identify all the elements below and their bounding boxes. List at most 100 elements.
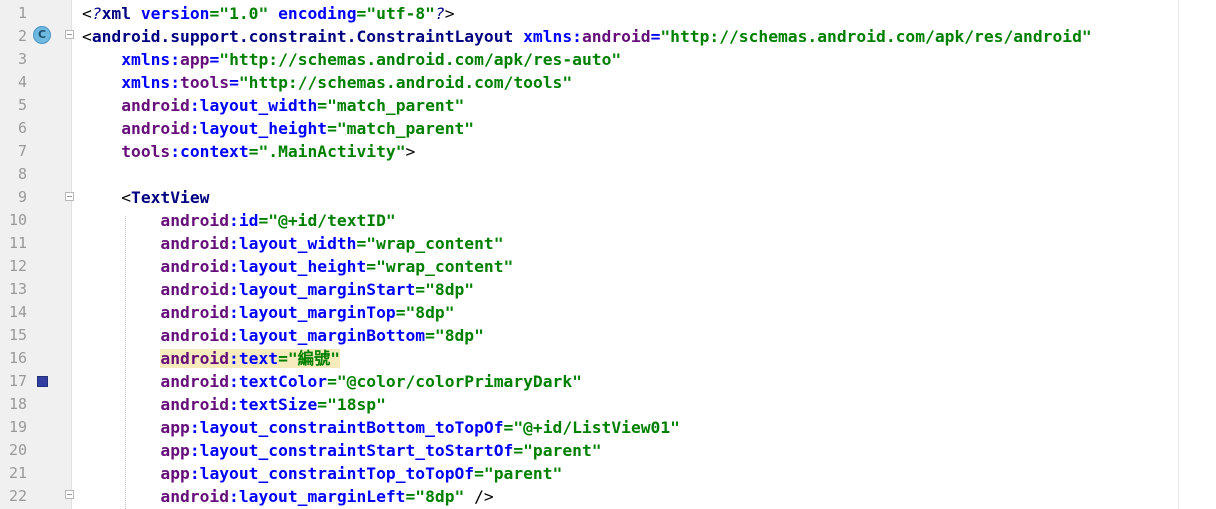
line-number: 15 xyxy=(8,326,27,344)
code-line[interactable]: 21 app:layout_constraintTop_toTopOf="par… xyxy=(0,462,1216,485)
code-line[interactable]: 19 app:layout_constraintBottom_toTopOf="… xyxy=(0,416,1216,439)
line-number: 13 xyxy=(8,280,27,298)
code-line[interactable]: 20 app:layout_constraintStart_toStartOf=… xyxy=(0,439,1216,462)
code-line[interactable]: 3 xmlns:app="http://schemas.android.com/… xyxy=(0,48,1216,71)
code-token: ="match_parent" xyxy=(327,119,475,138)
line-number: 8 xyxy=(17,165,27,183)
code-token: ="wrap_content" xyxy=(366,257,514,276)
code-token: ="parent" xyxy=(513,441,602,460)
code-token: :layout_constraintTop_toTopOf xyxy=(189,464,475,483)
code-line[interactable]: 22 android:layout_marginLeft="8dp" /> xyxy=(0,485,1216,508)
code-token: "http://schemas.android.com/apk/res-auto… xyxy=(219,50,622,69)
code-token: app xyxy=(160,441,190,460)
code-token: android.support.constraint.ConstraintLay… xyxy=(91,27,524,46)
code-line[interactable]: 9 <TextView xyxy=(0,186,1216,209)
code-token: "http://schemas.android.com/apk/res/andr… xyxy=(660,27,1092,46)
code-line[interactable]: 4 xmlns:tools="http://schemas.android.co… xyxy=(0,71,1216,94)
code-token: /> xyxy=(464,487,494,506)
code-token: ="18sp" xyxy=(317,395,386,414)
code-text: android:layout_marginLeft="8dp" /> xyxy=(82,485,494,508)
code-line[interactable]: 12 android:layout_height="wrap_content" xyxy=(0,255,1216,278)
line-number: 1 xyxy=(17,4,27,22)
code-line[interactable]: 6 android:layout_height="match_parent" xyxy=(0,117,1216,140)
code-token: :layout_marginBottom xyxy=(229,326,426,345)
code-text: android:layout_marginBottom="8dp" xyxy=(82,324,484,347)
code-line[interactable]: 11 android:layout_width="wrap_content" xyxy=(0,232,1216,255)
code-token: encoding xyxy=(268,4,357,23)
code-line[interactable]: 8 xyxy=(0,163,1216,186)
code-token: ="@+id/ListView01" xyxy=(503,418,680,437)
line-number: 10 xyxy=(8,211,27,229)
code-token: :textColor xyxy=(229,372,328,391)
code-line[interactable]: 2 <android.support.constraint.ConstraintL… xyxy=(0,25,1216,48)
code-token: android xyxy=(160,395,230,414)
code-line[interactable]: 10 android:id="@+id/textID" xyxy=(0,209,1216,232)
code-token: :layout_marginStart xyxy=(229,280,416,299)
code-token: < xyxy=(82,27,92,46)
code-token: app xyxy=(160,418,190,437)
code-token: android xyxy=(121,119,190,138)
code-token: :layout_height xyxy=(229,257,367,276)
code-text: android:layout_height="wrap_content" xyxy=(82,255,513,278)
code-line[interactable]: 17 android:textColor="@color/colorPrimar… xyxy=(0,370,1216,393)
code-token: android xyxy=(160,372,230,391)
code-token: ="wrap_content" xyxy=(356,234,504,253)
code-token: ="8dp" xyxy=(405,487,465,506)
code-text: app:layout_constraintTop_toTopOf="parent… xyxy=(82,462,562,485)
code-token: app xyxy=(160,464,190,483)
code-text: app:layout_constraintStart_toStartOf="pa… xyxy=(82,439,602,462)
line-number: 2 xyxy=(17,27,27,45)
code-text: android:layout_width="wrap_content" xyxy=(82,232,504,255)
code-token: "http://schemas.android.com/tools" xyxy=(238,73,573,92)
line-number: 20 xyxy=(8,441,27,459)
code-token: app xyxy=(180,50,210,69)
code-text: android:layout_width="match_parent" xyxy=(82,94,464,117)
code-line[interactable]: 7 tools:context=".MainActivity"> xyxy=(0,140,1216,163)
code-token: ="8dp" xyxy=(425,326,484,345)
code-token: :layout_constraintStart_toStartOf xyxy=(189,441,514,460)
code-line[interactable]: 1 <?xml version="1.0" encoding="utf-8"?> xyxy=(0,2,1216,25)
code-line[interactable]: 13 android:layout_marginStart="8dp" xyxy=(0,278,1216,301)
code-line[interactable]: 5 android:layout_width="match_parent" xyxy=(0,94,1216,117)
code-text: xmlns:app="http://schemas.android.com/ap… xyxy=(82,48,621,71)
code-token: TextView xyxy=(131,188,210,207)
code-token: ? xyxy=(91,4,102,23)
code-line[interactable]: 15 android:layout_marginBottom="8dp" xyxy=(0,324,1216,347)
code-text: android:layout_height="match_parent" xyxy=(82,117,474,140)
code-token: ="8dp" xyxy=(395,303,455,322)
code-token: < xyxy=(82,4,92,23)
code-token: android xyxy=(121,96,190,115)
code-text: <?xml version="1.0" encoding="utf-8"?> xyxy=(82,2,455,25)
code-token: = xyxy=(209,50,220,69)
code-token: android xyxy=(160,211,230,230)
code-line[interactable]: 14 android:layout_marginTop="8dp" xyxy=(0,301,1216,324)
code-token: ="utf-8" xyxy=(356,4,435,23)
code-editor[interactable]: C 1 <?xml version="1.0" encoding="utf-8"?… xyxy=(0,0,1216,509)
code-token: :context xyxy=(170,142,249,161)
line-number: 9 xyxy=(17,188,27,206)
line-number: 21 xyxy=(8,464,27,482)
code-token: android xyxy=(160,280,230,299)
line-number: 17 xyxy=(8,372,27,390)
line-number: 5 xyxy=(17,96,27,114)
code-line[interactable]: 18 android:textSize="18sp" xyxy=(0,393,1216,416)
line-number: 11 xyxy=(8,234,27,252)
code-text: android:textColor="@color/colorPrimaryDa… xyxy=(82,370,582,393)
code-token: ? xyxy=(434,4,445,23)
code-token: :layout_constraintBottom_toTopOf xyxy=(189,418,504,437)
code-line[interactable]: 16 android:text="編號" xyxy=(0,347,1216,370)
code-token: :layout_width xyxy=(189,96,318,115)
